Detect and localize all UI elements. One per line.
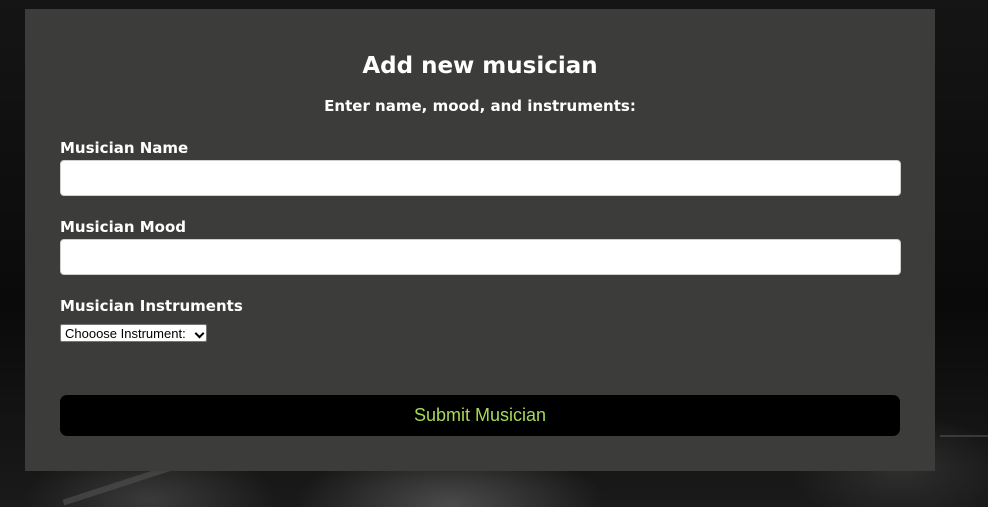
musician-mood-label: Musician Mood bbox=[60, 218, 187, 236]
form-subtitle: Enter name, mood, and instruments: bbox=[324, 97, 636, 115]
musician-name-input[interactable] bbox=[60, 160, 901, 196]
musician-instruments-label: Musician Instruments bbox=[60, 297, 243, 315]
submit-musician-button[interactable]: Submit Musician bbox=[60, 395, 900, 436]
musician-name-label: Musician Name bbox=[60, 139, 189, 157]
form-title: Add new musician bbox=[362, 53, 598, 79]
instrument-select-value: Chooose Instrument: bbox=[65, 326, 186, 341]
instrument-select[interactable]: Chooose Instrument: bbox=[60, 324, 207, 342]
submit-musician-label: Submit Musician bbox=[413, 405, 547, 425]
add-musician-form: Add new musician Enter name, mood, and i… bbox=[25, 9, 935, 471]
chevron-down-icon bbox=[194, 328, 205, 339]
musician-mood-input[interactable] bbox=[60, 239, 901, 275]
stage-light-decoration bbox=[940, 435, 988, 437]
